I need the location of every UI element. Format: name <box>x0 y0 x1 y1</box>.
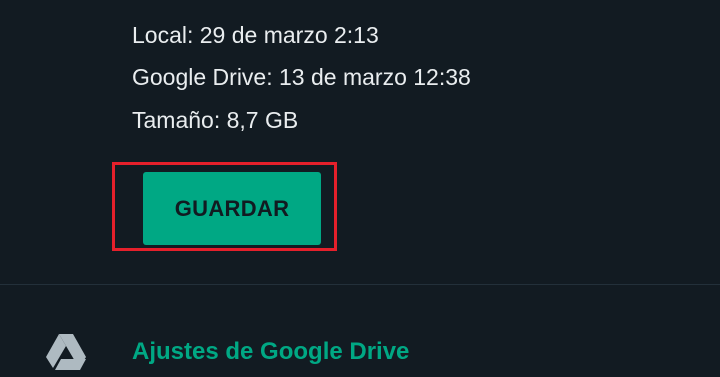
backup-size: Tamaño: 8,7 GB <box>132 107 299 133</box>
section-divider <box>0 284 720 285</box>
last-backup-local: Local: 29 de marzo 2:13 <box>132 22 379 48</box>
last-backup-google-drive: Google Drive: 13 de marzo 12:38 <box>132 64 471 90</box>
backup-screen: Local: 29 de marzo 2:13 Google Drive: 13… <box>0 0 720 377</box>
google-drive-icon <box>46 334 86 370</box>
save-button[interactable]: GUARDAR <box>143 172 321 245</box>
google-drive-settings-row[interactable]: Ajustes de Google Drive <box>0 318 720 377</box>
google-drive-settings-label: Ajustes de Google Drive <box>132 338 410 365</box>
